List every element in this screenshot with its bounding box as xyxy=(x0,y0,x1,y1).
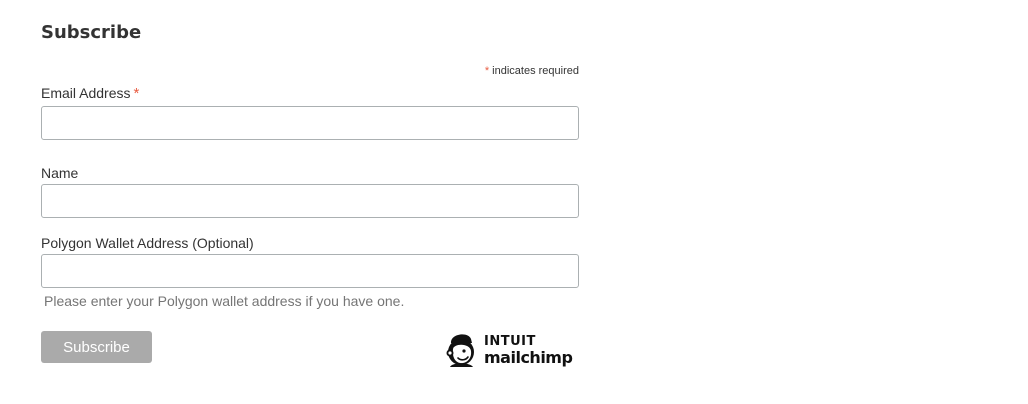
subscribe-button[interactable]: Subscribe xyxy=(41,331,152,363)
email-field[interactable] xyxy=(41,106,579,140)
email-required-asterisk: * xyxy=(133,85,140,102)
email-label-text: Email Address xyxy=(41,85,131,101)
email-label: Email Address * xyxy=(41,85,139,102)
badge-intuit-text: INTUIT xyxy=(484,333,536,349)
badge-wordmark: INTUIT mailchimp xyxy=(484,333,573,367)
name-label: Name xyxy=(41,165,79,181)
wallet-address-field[interactable] xyxy=(41,254,579,288)
wallet-helper-text: Please enter your Polygon wallet address… xyxy=(44,293,405,309)
badge-mailchimp-text: mailchimp xyxy=(484,347,573,367)
required-asterisk: * xyxy=(484,65,490,77)
name-field[interactable] xyxy=(41,184,579,218)
mailchimp-freddie-icon xyxy=(446,334,474,367)
mailchimp-badge[interactable]: INTUIT mailchimp xyxy=(444,330,580,370)
form-title: Subscribe xyxy=(41,22,142,43)
required-note-text: indicates required xyxy=(492,65,579,77)
required-note: * indicates required xyxy=(485,65,579,77)
wallet-label: Polygon Wallet Address (Optional) xyxy=(41,235,254,251)
